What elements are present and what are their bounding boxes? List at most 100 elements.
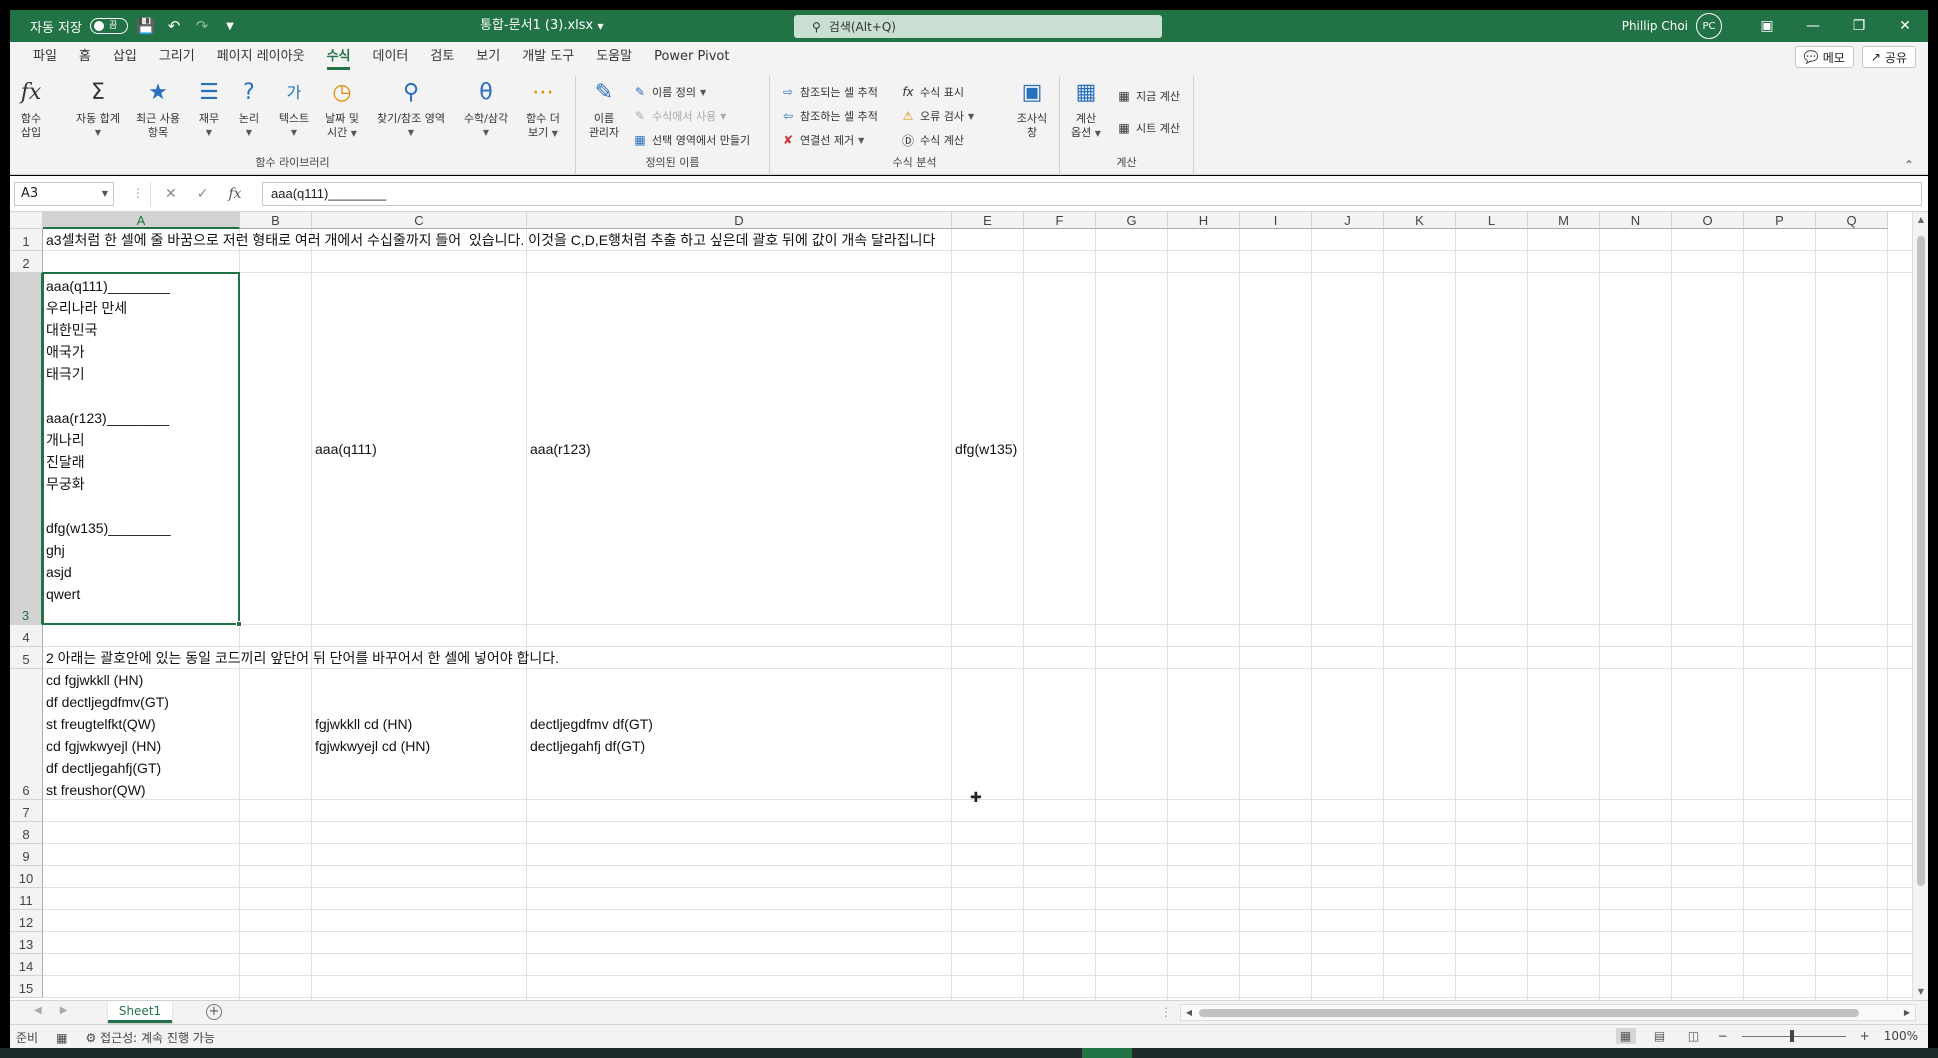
tab-page-layout[interactable]: 페이지 레이아웃 bbox=[206, 42, 316, 72]
scroll-down-icon[interactable]: ▼ bbox=[1913, 984, 1928, 1000]
financial-button[interactable]: ☰ 재무 ▼ bbox=[192, 78, 226, 140]
column-header-C[interactable]: C bbox=[312, 212, 527, 229]
zoom-level[interactable]: 100% bbox=[1884, 1029, 1918, 1043]
horizontal-scroll-thumb[interactable] bbox=[1199, 1009, 1859, 1017]
more-functions-button[interactable]: ⋯ 함수 더 보기 ▼ bbox=[518, 78, 568, 141]
row-header-13[interactable]: 13 bbox=[10, 932, 43, 954]
customize-toolbar-icon[interactable]: ▼ bbox=[220, 16, 240, 36]
calc-now-button[interactable]: ▦ 지금 계산 bbox=[1116, 88, 1180, 104]
trace-precedents-button[interactable]: ⇨ 참조되는 셀 추적 bbox=[780, 84, 878, 100]
column-header-B[interactable]: B bbox=[240, 212, 312, 229]
worksheet-grid[interactable]: ABCDEFGHIJKLMNOPQ 1 2 3 4 5 6 7 8 9 10 11 12 13 14 15 … bbox=[10, 212, 1928, 1000]
row-header-10[interactable]: 10 bbox=[10, 866, 43, 888]
name-box[interactable]: A3 ▼ bbox=[14, 182, 114, 206]
close-icon[interactable]: ✕ bbox=[1882, 10, 1928, 42]
taskbar-excel[interactable] bbox=[1082, 1048, 1132, 1058]
column-header-O[interactable]: O bbox=[1672, 212, 1744, 229]
cell-D6[interactable]: dectljegdfmv df(GT) dectljegahfj df(GT) bbox=[527, 669, 952, 800]
column-header-Q[interactable]: Q bbox=[1816, 212, 1888, 229]
cell-D3[interactable]: aaa(r123) bbox=[527, 273, 952, 625]
collapse-ribbon-icon[interactable]: ⌃ bbox=[1904, 158, 1914, 172]
create-from-selection-button[interactable]: ▦ 선택 영역에서 만들기 bbox=[632, 132, 750, 148]
scroll-up-icon[interactable]: ▲ bbox=[1913, 212, 1928, 228]
tab-help[interactable]: 도움말 bbox=[585, 42, 643, 72]
ribbon-display-icon[interactable]: ▣ bbox=[1744, 10, 1790, 42]
row-header-9[interactable]: 9 bbox=[10, 844, 43, 866]
evaluate-formula-button[interactable]: Ⓓ 수식 계산 bbox=[900, 132, 964, 148]
recent-functions-button[interactable]: ★ 최근 사용 항목 bbox=[130, 78, 186, 140]
tab-review[interactable]: 검토 bbox=[419, 42, 465, 72]
column-header-F[interactable]: F bbox=[1024, 212, 1096, 229]
scroll-left-icon[interactable]: ◀ bbox=[1181, 1005, 1197, 1020]
column-header-N[interactable]: N bbox=[1600, 212, 1672, 229]
define-name-button[interactable]: ✎ 이름 정의 ▼ bbox=[632, 84, 706, 100]
column-header-J[interactable]: J bbox=[1312, 212, 1384, 229]
cell-A1[interactable]: a3셀처럼 한 셀에 줄 바꿈으로 저런 형태로 여러 개에서 수십줄까지 들어… bbox=[43, 229, 1443, 251]
row-header-12[interactable]: 12 bbox=[10, 910, 43, 932]
normal-view-icon[interactable]: ▦ bbox=[1615, 1028, 1636, 1044]
document-title[interactable]: 통합-문서1 (3).xlsx ▼ bbox=[480, 10, 604, 42]
column-header-A[interactable]: A bbox=[43, 212, 240, 229]
show-formulas-button[interactable]: fx 수식 표시 bbox=[900, 84, 964, 100]
logical-button[interactable]: ? 논리 ▼ bbox=[232, 78, 266, 140]
accessibility-status[interactable]: ⚙ 접근성: 계속 진행 가능 bbox=[85, 1029, 214, 1046]
enter-icon[interactable]: ✓ bbox=[197, 186, 209, 202]
column-header-I[interactable]: I bbox=[1240, 212, 1312, 229]
remove-arrows-button[interactable]: ✘ 연결선 제거 ▼ bbox=[780, 132, 864, 148]
vertical-scrollbar[interactable]: ▲ ▼ bbox=[1912, 212, 1928, 1000]
row-header-14[interactable]: 14 bbox=[10, 954, 43, 976]
insert-function-icon[interactable]: fx bbox=[228, 186, 241, 202]
memo-button[interactable]: 💬 메모 bbox=[1794, 46, 1854, 68]
search-input[interactable]: ⚲ 검색(Alt+Q) bbox=[794, 15, 1162, 38]
scroll-right-icon[interactable]: ▶ bbox=[1899, 1005, 1915, 1020]
row-header-1[interactable]: 1 bbox=[10, 229, 43, 251]
zoom-out-icon[interactable]: − bbox=[1718, 1029, 1728, 1043]
zoom-slider[interactable] bbox=[1741, 1029, 1846, 1042]
date-time-button[interactable]: ◷ 날짜 및 시간 ▼ bbox=[320, 78, 364, 141]
next-sheet-icon[interactable]: ▶ bbox=[60, 1005, 68, 1016]
tab-power-pivot[interactable]: Power Pivot bbox=[643, 42, 740, 72]
zoom-in-icon[interactable]: + bbox=[1860, 1029, 1870, 1043]
restore-icon[interactable]: ❐ bbox=[1836, 10, 1882, 42]
cancel-icon[interactable]: ✕ bbox=[165, 186, 177, 202]
cell-A3[interactable]: aaa(q111)________ 우리나라 만세 대한민국 애국가 태극기 a… bbox=[43, 273, 240, 625]
column-header-G[interactable]: G bbox=[1096, 212, 1168, 229]
column-header-L[interactable]: L bbox=[1456, 212, 1528, 229]
vertical-scroll-thumb[interactable] bbox=[1917, 236, 1925, 886]
row-header-8[interactable]: 8 bbox=[10, 822, 43, 844]
lookup-reference-button[interactable]: ⚲ 찾기/참조 영역 ▼ bbox=[368, 78, 454, 140]
error-checking-button[interactable]: ⚠ 오류 검사 ▼ bbox=[900, 108, 975, 124]
undo-icon[interactable]: ↶ bbox=[164, 16, 184, 36]
math-trig-button[interactable]: θ 수학/삼각 ▼ bbox=[456, 78, 516, 140]
redo-icon[interactable]: ↷ bbox=[192, 16, 212, 36]
tab-draw[interactable]: 그리기 bbox=[148, 42, 206, 72]
avatar[interactable]: PC bbox=[1696, 13, 1722, 39]
trace-dependents-button[interactable]: ⇦ 참조하는 셀 추적 bbox=[780, 108, 878, 124]
autosum-button[interactable]: Σ 자동 합계 ▼ bbox=[68, 78, 128, 140]
row-header-3[interactable]: 3 bbox=[10, 273, 43, 625]
row-header-6[interactable]: 6 bbox=[10, 669, 43, 800]
page-break-view-icon[interactable]: ◫ bbox=[1684, 1028, 1704, 1044]
insert-function-button[interactable]: fx 함수 삽입 bbox=[16, 78, 46, 140]
column-header-K[interactable]: K bbox=[1384, 212, 1456, 229]
select-all-corner[interactable] bbox=[10, 212, 43, 229]
cell-C3[interactable]: aaa(q111) bbox=[312, 273, 527, 625]
user-name[interactable]: Phillip Choi bbox=[1622, 19, 1688, 33]
save-icon[interactable]: 💾 bbox=[136, 16, 156, 36]
row-header-2[interactable]: 2 bbox=[10, 251, 43, 273]
row-header-4[interactable]: 4 bbox=[10, 625, 43, 647]
cell-A5[interactable]: 2 아래는 괄호안에 있는 동일 코드끼리 앞단어 뒤 단어를 바꾸어서 한 셀… bbox=[43, 647, 1443, 669]
column-header-P[interactable]: P bbox=[1744, 212, 1816, 229]
calc-sheet-button[interactable]: ▦ 시트 계산 bbox=[1116, 120, 1180, 136]
tab-home[interactable]: 홈 bbox=[68, 42, 102, 72]
column-header-D[interactable]: D bbox=[527, 212, 952, 229]
share-button[interactable]: ↗ 공유 bbox=[1861, 46, 1916, 68]
sheet-tab-sheet1[interactable]: Sheet1 bbox=[108, 1001, 172, 1023]
row-header-15[interactable]: 15 bbox=[10, 976, 43, 998]
watch-window-button[interactable]: ▣ 조사식 창 bbox=[1010, 78, 1054, 140]
autosave-toggle[interactable]: 끔 bbox=[89, 18, 128, 34]
column-header-H[interactable]: H bbox=[1168, 212, 1240, 229]
tab-formulas[interactable]: 수식 bbox=[316, 42, 362, 72]
row-header-5[interactable]: 5 bbox=[10, 647, 43, 669]
text-functions-button[interactable]: 가 텍스트 ▼ bbox=[272, 78, 316, 140]
